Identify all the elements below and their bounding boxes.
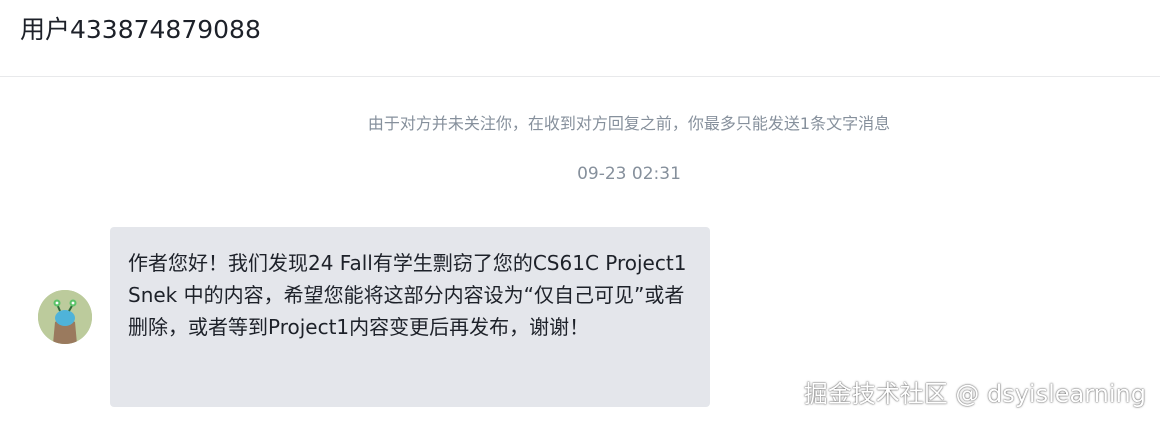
avatar[interactable]	[38, 290, 92, 344]
messaging-limit-notice: 由于对方并未关注你，在收到对方回复之前，你最多只能发送1条文字消息	[367, 114, 891, 133]
avatar-snail-icon	[38, 290, 92, 344]
message-bubble[interactable]: 作者您好！我们发现24 Fall有学生剽窃了您的CS61C Project1 S…	[110, 227, 710, 407]
chat-header: 用户433874879088	[0, 0, 1160, 77]
chat-partner-name[interactable]: 用户433874879088	[20, 12, 261, 48]
watermark: 掘金技术社区 @ dsyislearning	[803, 380, 1146, 408]
message-timestamp: 09-23 02:31	[577, 164, 681, 184]
chat-page: 用户433874879088 由于对方并未关注你，在收到对方回复之前，你最多只能…	[0, 0, 1160, 426]
